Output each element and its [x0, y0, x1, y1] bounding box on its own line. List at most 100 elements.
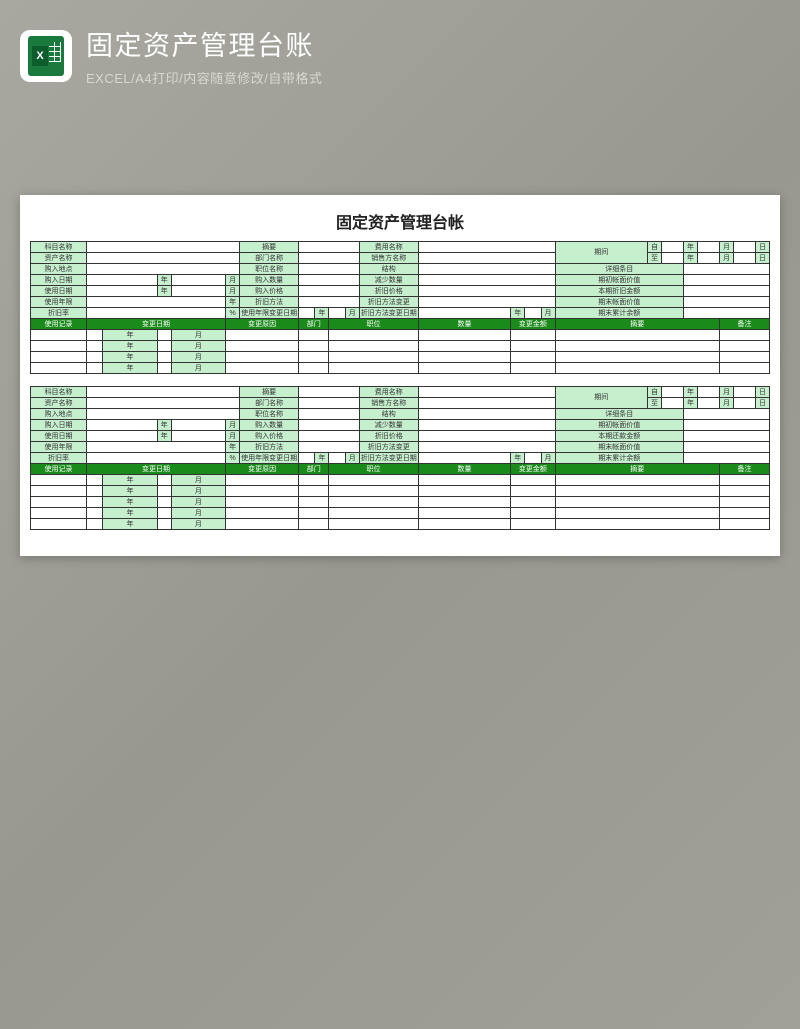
record-header: 备注 [720, 319, 770, 330]
cell-label: 折旧方法变更日期 [359, 308, 418, 319]
record-row: 年月 [31, 486, 770, 497]
cell-label: 使用年限 [31, 297, 87, 308]
cell-label: 日 [756, 398, 770, 409]
record-row: 年月 [31, 519, 770, 530]
cell-label: 折旧率 [31, 453, 87, 464]
cell-label: 折旧方法变更 [359, 442, 418, 453]
cell-label: 折旧方法变更日期 [359, 453, 418, 464]
cell-label: 折旧方法 [240, 442, 299, 453]
record-header: 使用记录 [31, 464, 87, 475]
record-header: 备注 [720, 464, 770, 475]
record-header: 使用记录 [31, 319, 87, 330]
cell-label: 使用年限变更日期 [240, 453, 299, 464]
record-header: 变更金额 [511, 464, 555, 475]
spreadsheet-preview: 固定资产管理台帐 科目名称 摘要 费用名称 期间 自 年 月 日 资产名称 [20, 195, 780, 556]
record-header: 变更金额 [511, 319, 555, 330]
cell-label: 折旧价格 [359, 286, 418, 297]
record-header: 部门 [299, 319, 329, 330]
cell-label: 期末累计余额 [555, 453, 684, 464]
cell-label: 职位名称 [240, 409, 299, 420]
page-subtitle: EXCEL/A4打印/内容随意修改/自带格式 [86, 68, 322, 87]
cell-label: 年 [157, 275, 171, 286]
cell-label: 部门名称 [240, 398, 299, 409]
cell-label: 年 [157, 286, 171, 297]
cell-label: 年 [684, 387, 698, 398]
cell-label: 期末累计余额 [555, 308, 684, 319]
cell-label: 使用日期 [31, 286, 87, 297]
cell-label: 自 [648, 242, 662, 253]
cell-label: 职位名称 [240, 264, 299, 275]
record-row: 年月 [31, 330, 770, 341]
cell-label: 期末帐面价值 [555, 297, 684, 308]
form-table-1: 科目名称 摘要 费用名称 期间 自 年 月 日 资产名称 部门名称 [30, 241, 770, 374]
cell-label: 折旧方法 [240, 297, 299, 308]
form-block-2: 科目名称 摘要 费用名称 期间 自 年 月 日 资产名称 部门名称 [30, 386, 770, 530]
cell-label: 结构 [359, 409, 418, 420]
form-block-1: 科目名称 摘要 费用名称 期间 自 年 月 日 资产名称 部门名称 [30, 241, 770, 374]
cell-label: 购入价格 [240, 286, 299, 297]
cell-label: 科目名称 [31, 242, 87, 253]
cell-label: 日 [756, 253, 770, 264]
cell-label: 科目名称 [31, 387, 87, 398]
cell-label: 购入数量 [240, 275, 299, 286]
cell-label: 资产名称 [31, 253, 87, 264]
record-header: 变更日期 [87, 319, 226, 330]
cell-label: 摘要 [240, 387, 299, 398]
page-title: 固定资产管理台账 [86, 24, 322, 63]
record-row: 年月 [31, 497, 770, 508]
cell-label: 资产名称 [31, 398, 87, 409]
cell-label: 月 [226, 431, 240, 442]
cell-label: 期末帐面价值 [555, 442, 684, 453]
cell-label: 购入价格 [240, 431, 299, 442]
cell-label: 详细条目 [555, 409, 684, 420]
cell-label: 年 [511, 308, 525, 319]
cell-label: 年 [684, 242, 698, 253]
record-header: 摘要 [555, 319, 720, 330]
cell-label: 年 [511, 453, 525, 464]
cell-label: 年 [684, 398, 698, 409]
cell-label: 购入地点 [31, 264, 87, 275]
cell-label: 购入地点 [31, 409, 87, 420]
cell-label: 期初帐面价值 [555, 275, 684, 286]
record-header: 变更日期 [87, 464, 226, 475]
cell-label: 月 [345, 453, 359, 464]
cell-label: 销售方名称 [359, 253, 418, 264]
cell-label: 月 [345, 308, 359, 319]
form-table-2: 科目名称 摘要 费用名称 期间 自 年 月 日 资产名称 部门名称 [30, 386, 770, 530]
cell-label: 年 [226, 297, 240, 308]
cell-label: 减少数量 [359, 275, 418, 286]
record-row: 年月 [31, 352, 770, 363]
cell-label: 折旧方法变更 [359, 297, 418, 308]
record-header: 职位 [329, 464, 418, 475]
cell-label: 摘要 [240, 242, 299, 253]
cell-label: 使用年限变更日期 [240, 308, 299, 319]
cell-label: 使用年限 [31, 442, 87, 453]
cell-label: 年 [157, 431, 171, 442]
cell-label: 年 [684, 253, 698, 264]
cell-label: 费用名称 [359, 387, 418, 398]
cell-label: 购入数量 [240, 420, 299, 431]
cell-label: 期间 [555, 387, 648, 409]
cell-label: 自 [648, 387, 662, 398]
cell-label: 至 [648, 398, 662, 409]
record-header: 数量 [418, 319, 510, 330]
cell-label: 月 [226, 275, 240, 286]
cell-label: 折旧率 [31, 308, 87, 319]
record-header: 部门 [299, 464, 329, 475]
record-row: 年月 [31, 508, 770, 519]
cell-label: 月 [720, 387, 734, 398]
page-header: X 固定资产管理台账 EXCEL/A4打印/内容随意修改/自带格式 [0, 0, 800, 115]
cell-label: 费用名称 [359, 242, 418, 253]
cell-label: 月 [226, 286, 240, 297]
cell-label: 日 [756, 242, 770, 253]
cell-label: 月 [720, 242, 734, 253]
cell-label: 期初帐面价值 [555, 420, 684, 431]
cell-label: 本期折旧金额 [555, 286, 684, 297]
record-header: 变更原因 [226, 464, 299, 475]
sheet-title: 固定资产管理台帐 [30, 209, 770, 233]
cell-label: 年 [157, 420, 171, 431]
cell-label: 年 [315, 453, 329, 464]
cell-label: 本期还款金额 [555, 431, 684, 442]
cell-label: 减少数量 [359, 420, 418, 431]
cell-label: 月 [720, 398, 734, 409]
